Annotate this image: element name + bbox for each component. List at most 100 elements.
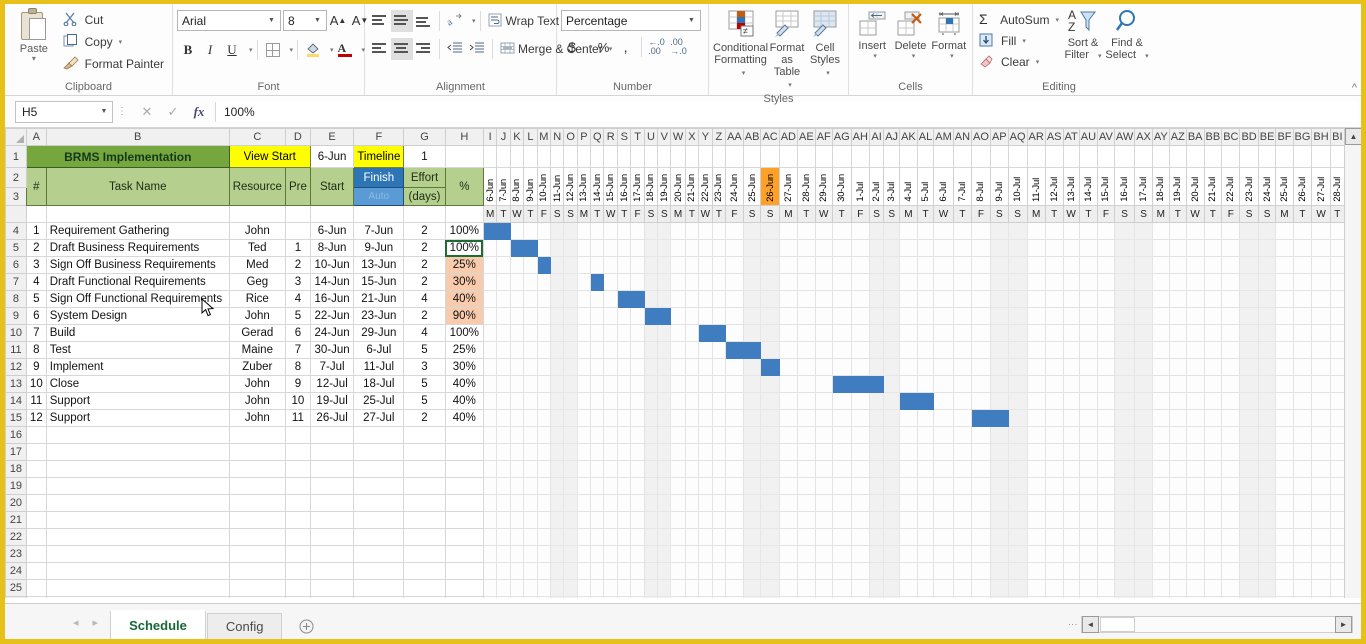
task-pre-cell[interactable]: 4 bbox=[285, 291, 310, 308]
table-row[interactable]: 1512SupportJohn1126-Jul27-Jul240% bbox=[6, 410, 1361, 427]
task-start-cell[interactable]: 26-Jul bbox=[310, 410, 353, 427]
empty-cell[interactable] bbox=[445, 444, 483, 461]
row-header-10[interactable]: 10 bbox=[6, 325, 27, 342]
column-header-J[interactable]: J bbox=[497, 129, 510, 146]
accounting-format-button[interactable]: $ bbox=[561, 36, 583, 58]
table-row[interactable]: 74Draft Functional RequirementsGeg314-Ju… bbox=[6, 274, 1361, 291]
empty-cell[interactable] bbox=[445, 427, 483, 444]
name-box-dropdown-icon[interactable]: ▼ bbox=[96, 108, 112, 115]
sort-filter-button[interactable]: AZ Sort & Filter ▾ bbox=[1061, 6, 1105, 63]
cell-styles-button[interactable]: Cell Styles ▾ bbox=[806, 7, 844, 80]
column-header-P[interactable]: P bbox=[577, 129, 590, 146]
fill-color-button[interactable] bbox=[302, 39, 324, 61]
table-row[interactable]: 63Sign Off Business RequirementsMed210-J… bbox=[6, 257, 1361, 274]
row-header-3[interactable]: 3 bbox=[6, 188, 27, 206]
task-percent-cell[interactable]: 25% bbox=[445, 257, 483, 274]
task-name-cell[interactable]: Draft Business Requirements bbox=[46, 240, 229, 257]
empty-cell[interactable] bbox=[445, 478, 483, 495]
collapse-ribbon-icon[interactable]: ^ bbox=[1352, 82, 1357, 94]
column-header-BA[interactable]: BA bbox=[1186, 129, 1204, 146]
row-header-9[interactable]: 9 bbox=[6, 308, 27, 325]
empty-cell[interactable] bbox=[46, 546, 229, 563]
empty-cell[interactable] bbox=[229, 444, 285, 461]
empty-cell[interactable] bbox=[285, 597, 310, 599]
empty-cell[interactable] bbox=[445, 597, 483, 599]
empty-cell[interactable] bbox=[404, 529, 445, 546]
row-header-1[interactable]: 1 bbox=[6, 146, 27, 168]
empty-cell[interactable] bbox=[285, 529, 310, 546]
view-start-label-cell[interactable]: View Start bbox=[229, 146, 310, 168]
task-finish-cell[interactable]: 29-Jun bbox=[354, 325, 404, 342]
insert-dropdown-icon[interactable]: ▾ bbox=[859, 52, 891, 60]
column-header-H[interactable]: H bbox=[445, 129, 483, 146]
row-header-19[interactable]: 19 bbox=[6, 478, 27, 495]
task-num-cell[interactable]: 7 bbox=[26, 325, 46, 342]
empty-cell[interactable] bbox=[310, 580, 353, 597]
empty-cell[interactable] bbox=[46, 597, 229, 599]
decrease-decimal-button[interactable]: ←.0.00 bbox=[646, 36, 668, 58]
task-finish-cell[interactable]: 21-Jun bbox=[354, 291, 404, 308]
empty-cell[interactable] bbox=[46, 427, 229, 444]
sheet-tab-config[interactable]: Config bbox=[207, 613, 283, 639]
empty-cell[interactable] bbox=[445, 461, 483, 478]
borders-dropdown-icon[interactable]: ▾ bbox=[290, 46, 294, 54]
task-name-cell[interactable]: Build bbox=[46, 325, 229, 342]
empty-cell[interactable] bbox=[404, 461, 445, 478]
empty-cell[interactable] bbox=[445, 529, 483, 546]
number-format-dropdown-icon[interactable]: ▼ bbox=[685, 17, 698, 24]
column-header-AF[interactable]: AF bbox=[815, 129, 832, 146]
empty-cell[interactable] bbox=[354, 512, 404, 529]
table-row[interactable]: 96System DesignJohn522-Jun23-Jun290% bbox=[6, 308, 1361, 325]
task-start-cell[interactable]: 8-Jun bbox=[310, 240, 353, 257]
empty-cell[interactable] bbox=[354, 580, 404, 597]
task-finish-cell[interactable]: 15-Jun bbox=[354, 274, 404, 291]
scroll-up-button[interactable]: ▲ bbox=[1345, 128, 1361, 145]
column-header-BF[interactable]: BF bbox=[1276, 129, 1293, 146]
sheet-nav-arrows[interactable]: ◂ ▸ bbox=[61, 611, 110, 639]
empty-cell[interactable] bbox=[354, 444, 404, 461]
paste-dropdown-icon[interactable]: ▾ bbox=[9, 55, 59, 63]
copy-dropdown-icon[interactable]: ▾ bbox=[119, 38, 123, 46]
row-header-23[interactable]: 23 bbox=[6, 546, 27, 563]
delete-dropdown-icon[interactable]: ▾ bbox=[897, 52, 929, 60]
column-header-Y[interactable]: Y bbox=[699, 129, 713, 146]
row-header-14[interactable]: 14 bbox=[6, 393, 27, 410]
empty-cell[interactable] bbox=[404, 563, 445, 580]
column-header-AM[interactable]: AM bbox=[934, 129, 954, 146]
empty-cell[interactable] bbox=[285, 427, 310, 444]
align-bottom-button[interactable] bbox=[413, 10, 435, 32]
task-start-cell[interactable]: 10-Jun bbox=[310, 257, 353, 274]
empty-cell[interactable] bbox=[229, 495, 285, 512]
column-header-U[interactable]: U bbox=[644, 129, 657, 146]
empty-cell[interactable] bbox=[229, 461, 285, 478]
task-name-cell[interactable]: Close bbox=[46, 376, 229, 393]
clear-button[interactable]: Clear ▾ bbox=[977, 51, 1061, 72]
align-top-button[interactable] bbox=[369, 10, 391, 32]
task-num-cell[interactable]: 3 bbox=[26, 257, 46, 274]
task-percent-cell[interactable]: 100% bbox=[445, 240, 483, 257]
find-select-dropdown-icon[interactable]: ▾ bbox=[1145, 53, 1149, 60]
row-header-16[interactable]: 16 bbox=[6, 427, 27, 444]
sheet-tab-schedule[interactable]: Schedule bbox=[110, 610, 206, 639]
column-header-AS[interactable]: AS bbox=[1045, 129, 1063, 146]
column-header-AH[interactable]: AH bbox=[851, 129, 869, 146]
column-header-F[interactable]: F bbox=[354, 129, 404, 146]
column-header-BE[interactable]: BE bbox=[1258, 129, 1276, 146]
empty-cell[interactable] bbox=[46, 478, 229, 495]
empty-cell[interactable] bbox=[229, 529, 285, 546]
empty-cell[interactable] bbox=[404, 597, 445, 599]
column-header-AW[interactable]: AW bbox=[1114, 129, 1134, 146]
project-title-cell[interactable]: BRMS Implementation bbox=[26, 146, 229, 168]
task-num-cell[interactable]: 8 bbox=[26, 342, 46, 359]
task-resource-cell[interactable]: John bbox=[229, 376, 285, 393]
task-name-cell[interactable]: Draft Functional Requirements bbox=[46, 274, 229, 291]
column-header-D[interactable]: D bbox=[285, 129, 310, 146]
task-percent-cell[interactable]: 90% bbox=[445, 308, 483, 325]
sheet-nav-prev-icon[interactable]: ◂ bbox=[73, 616, 79, 629]
task-effort-cell[interactable]: 2 bbox=[404, 410, 445, 427]
conditional-formatting-dropdown-icon[interactable]: ▾ bbox=[742, 70, 746, 77]
empty-cell[interactable] bbox=[229, 563, 285, 580]
row-header-25[interactable]: 25 bbox=[6, 580, 27, 597]
font-size-dropdown-icon[interactable]: ▼ bbox=[311, 17, 324, 24]
task-name-cell[interactable]: Sign Off Functional Requirements bbox=[46, 291, 229, 308]
